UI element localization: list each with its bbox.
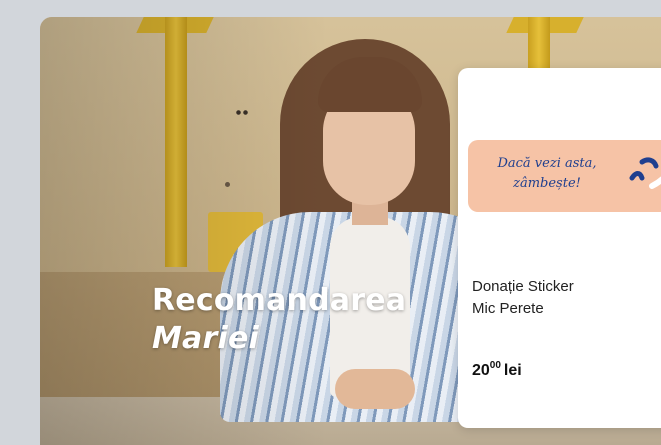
title-line-1: Recomandarea [152,283,407,318]
smile-icon [629,157,661,189]
sticker-image: Dacă vezi asta, zâmbește! [468,140,661,212]
product-name[interactable]: Donație Sticker Mic Perete [472,276,652,320]
page-background: Recomandarea Mariei Dacă vezi asta, zâmb… [0,0,661,445]
price-integer: 20 [472,362,490,379]
title-line-2: Mariei [152,321,260,356]
product-card[interactable]: Dacă vezi asta, zâmbește! Donație Sticke… [458,68,661,428]
sticker-text-line-2: zâmbește! [513,176,581,191]
price-currency: lei [503,362,522,379]
product-name-line-2: Mic Perete [472,300,544,317]
sticker-text-line-1: Dacă vezi asta, [497,156,597,171]
price-decimals: 00 [489,360,501,371]
recommendation-title: Recomandarea Mariei [152,282,406,358]
product-price: 2000 lei [472,360,522,380]
product-name-line-1: Donație Sticker [472,278,574,295]
sticker-text: Dacă vezi asta, zâmbește! [482,154,612,194]
